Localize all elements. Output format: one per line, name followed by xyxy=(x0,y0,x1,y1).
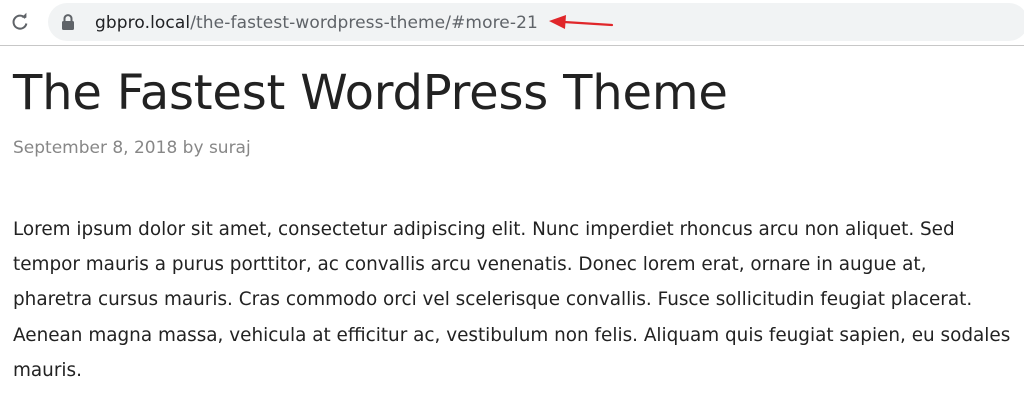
post-article: The Fastest WordPress Theme September 8,… xyxy=(13,55,1013,405)
post-meta: September 8, 2018 by suraj xyxy=(13,135,1013,161)
post-date[interactable]: September 8, 2018 xyxy=(13,138,177,158)
red-arrow-annotation xyxy=(549,15,614,29)
post-author[interactable]: suraj xyxy=(209,138,251,158)
browser-toolbar: gbpro.local/the-fastest-wordpress-theme/… xyxy=(0,0,1024,46)
post-paragraph: Lorem ipsum dolor sit amet, consectetur … xyxy=(13,219,1011,381)
url-text[interactable]: gbpro.local/the-fastest-wordpress-theme/… xyxy=(95,12,538,34)
post-by: by xyxy=(182,138,204,158)
reload-icon xyxy=(12,12,28,30)
post-title: The Fastest WordPress Theme xyxy=(13,65,728,121)
lock-icon xyxy=(62,14,74,30)
reload-button[interactable] xyxy=(6,8,34,36)
url-path: /the-fastest-wordpress-theme/#more-21 xyxy=(190,13,538,33)
address-bar[interactable]: gbpro.local/the-fastest-wordpress-theme/… xyxy=(48,3,1024,41)
url-host: gbpro.local xyxy=(95,13,191,33)
